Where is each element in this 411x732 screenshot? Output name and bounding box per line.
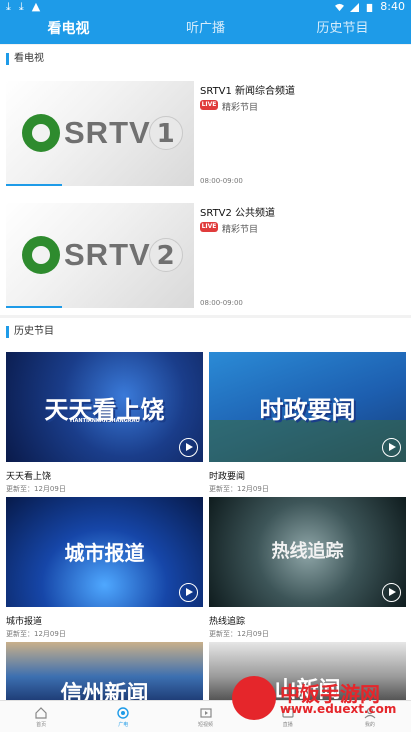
program-title: 热线追踪: [209, 617, 246, 627]
program-updated: 更新至：12月09日: [6, 630, 66, 638]
program-thumbnail[interactable]: 信州新闻: [6, 642, 203, 700]
program-card[interactable]: 信州新闻: [6, 642, 203, 700]
nav-label: 广电: [118, 721, 129, 728]
tab-history[interactable]: 历史节目: [274, 14, 411, 44]
program-title: 时政要闻: [209, 472, 246, 482]
tv-section-header: 看电视: [0, 45, 411, 73]
thumbnail-title: 热线追踪: [271, 541, 344, 562]
play-icon[interactable]: [382, 438, 401, 457]
logo-text: SRTV: [64, 237, 151, 272]
channel-item-srtv1[interactable]: SRTV 1 SRTV1 新闻综合频道 LIVE 精彩节目 08:00-09:0…: [0, 73, 411, 186]
nav-item-broadcast[interactable]: 广电: [82, 701, 164, 732]
status-time: 8:40: [380, 0, 405, 13]
program-updated: 更新至：12月09日: [209, 485, 269, 493]
top-tab-bar: 看电视 听广播 历史节目: [0, 14, 411, 44]
download-icon: ⤓: [6, 0, 11, 13]
program-card[interactable]: 城市报道 城市报道 更新至：12月09日: [6, 497, 203, 639]
tab-radio[interactable]: 听广播: [137, 14, 274, 44]
nav-item-home[interactable]: 首页: [0, 701, 82, 732]
program-thumbnail[interactable]: 城市报道: [6, 497, 203, 607]
program-subtitle: 精彩节目: [222, 103, 259, 113]
play-progress-bar: [6, 184, 62, 186]
wifi-icon: [335, 3, 345, 11]
app-notification-icon: ▲: [31, 0, 41, 13]
signal-icon: [350, 2, 360, 12]
nav-label: 短视频: [198, 721, 214, 728]
thumbnail-title: 信州新闻: [60, 682, 149, 700]
live-badge: LIVE: [200, 222, 218, 232]
channel-title: SRTV2 公共频道: [200, 208, 276, 219]
program-time: 08:00-09:00: [200, 299, 243, 307]
site-watermark: 中饭手游网 www.eduext.com: [232, 676, 407, 722]
watermark-url: www.eduext.com: [280, 702, 397, 716]
srtv-logo: SRTV 1: [22, 114, 183, 152]
program-thumbnail[interactable]: 时政要闻: [209, 352, 406, 462]
channel-thumbnail[interactable]: SRTV 2: [6, 203, 194, 308]
download-icon: ⤓: [18, 0, 24, 13]
play-progress-bar: [6, 306, 62, 308]
status-bar: ⤓ ⤓ ▲ 8:40: [0, 0, 411, 14]
program-title: 城市报道: [6, 617, 43, 627]
program-card[interactable]: 天天看上饶 TIANTIANKANSHANGRAO 天天看上饶 更新至：12月0…: [6, 352, 203, 494]
logo-number: 1: [148, 116, 183, 150]
section-accent-bar: [6, 326, 9, 338]
srtv-logo: SRTV 2: [22, 236, 183, 274]
tab-watch-tv[interactable]: 看电视: [0, 14, 137, 44]
program-updated: 更新至：12月09日: [209, 630, 269, 638]
watermark-logo-icon: [232, 676, 276, 720]
thumbnail-decoration: [209, 420, 406, 462]
battery-icon: [367, 3, 373, 12]
program-thumbnail[interactable]: 天天看上饶 TIANTIANKANSHANGRAO: [6, 352, 203, 462]
srtv-logo-mark-icon: [22, 236, 60, 274]
live-badge: LIVE: [200, 100, 218, 110]
program-title: 天天看上饶: [6, 472, 52, 482]
srtv-logo-mark-icon: [22, 114, 60, 152]
play-icon[interactable]: [179, 583, 198, 602]
logo-text: SRTV: [64, 115, 151, 150]
thumbnail-subtitle: TIANTIANKANSHANGRAO: [69, 418, 140, 424]
program-card[interactable]: 热线追踪 热线追踪 更新至：12月09日: [209, 497, 406, 639]
history-section-title: 历史节目: [14, 326, 54, 337]
live-channel-list: SRTV 1 SRTV1 新闻综合频道 LIVE 精彩节目 08:00-09:0…: [0, 73, 411, 315]
home-icon: [35, 706, 47, 719]
broadcast-icon: [117, 706, 129, 719]
channel-item-srtv2[interactable]: SRTV 2 SRTV2 公共频道 LIVE 精彩节目 08:00-09:00: [0, 195, 411, 308]
program-updated: 更新至：12月09日: [6, 485, 66, 493]
channel-title: SRTV1 新闻综合频道: [200, 86, 296, 97]
thumbnail-title: 城市报道: [64, 541, 145, 565]
play-icon[interactable]: [179, 438, 198, 457]
program-card[interactable]: 时政要闻 时政要闻 更新至：12月09日: [209, 352, 406, 494]
program-time: 08:00-09:00: [200, 177, 243, 185]
short-video-icon: [199, 707, 212, 718]
play-icon[interactable]: [382, 583, 401, 602]
logo-number: 2: [148, 238, 183, 272]
program-subtitle: 精彩节目: [222, 225, 259, 235]
tv-section-title: 看电视: [14, 53, 44, 64]
history-section-header: 历史节目: [0, 318, 411, 346]
thumbnail-title: 时政要闻: [259, 396, 356, 424]
history-program-grid: 天天看上饶 TIANTIANKANSHANGRAO 天天看上饶 更新至：12月0…: [0, 346, 411, 700]
program-thumbnail[interactable]: 热线追踪: [209, 497, 406, 607]
channel-thumbnail[interactable]: SRTV 1: [6, 81, 194, 186]
section-accent-bar: [6, 53, 9, 65]
nav-label: 首页: [36, 721, 47, 728]
